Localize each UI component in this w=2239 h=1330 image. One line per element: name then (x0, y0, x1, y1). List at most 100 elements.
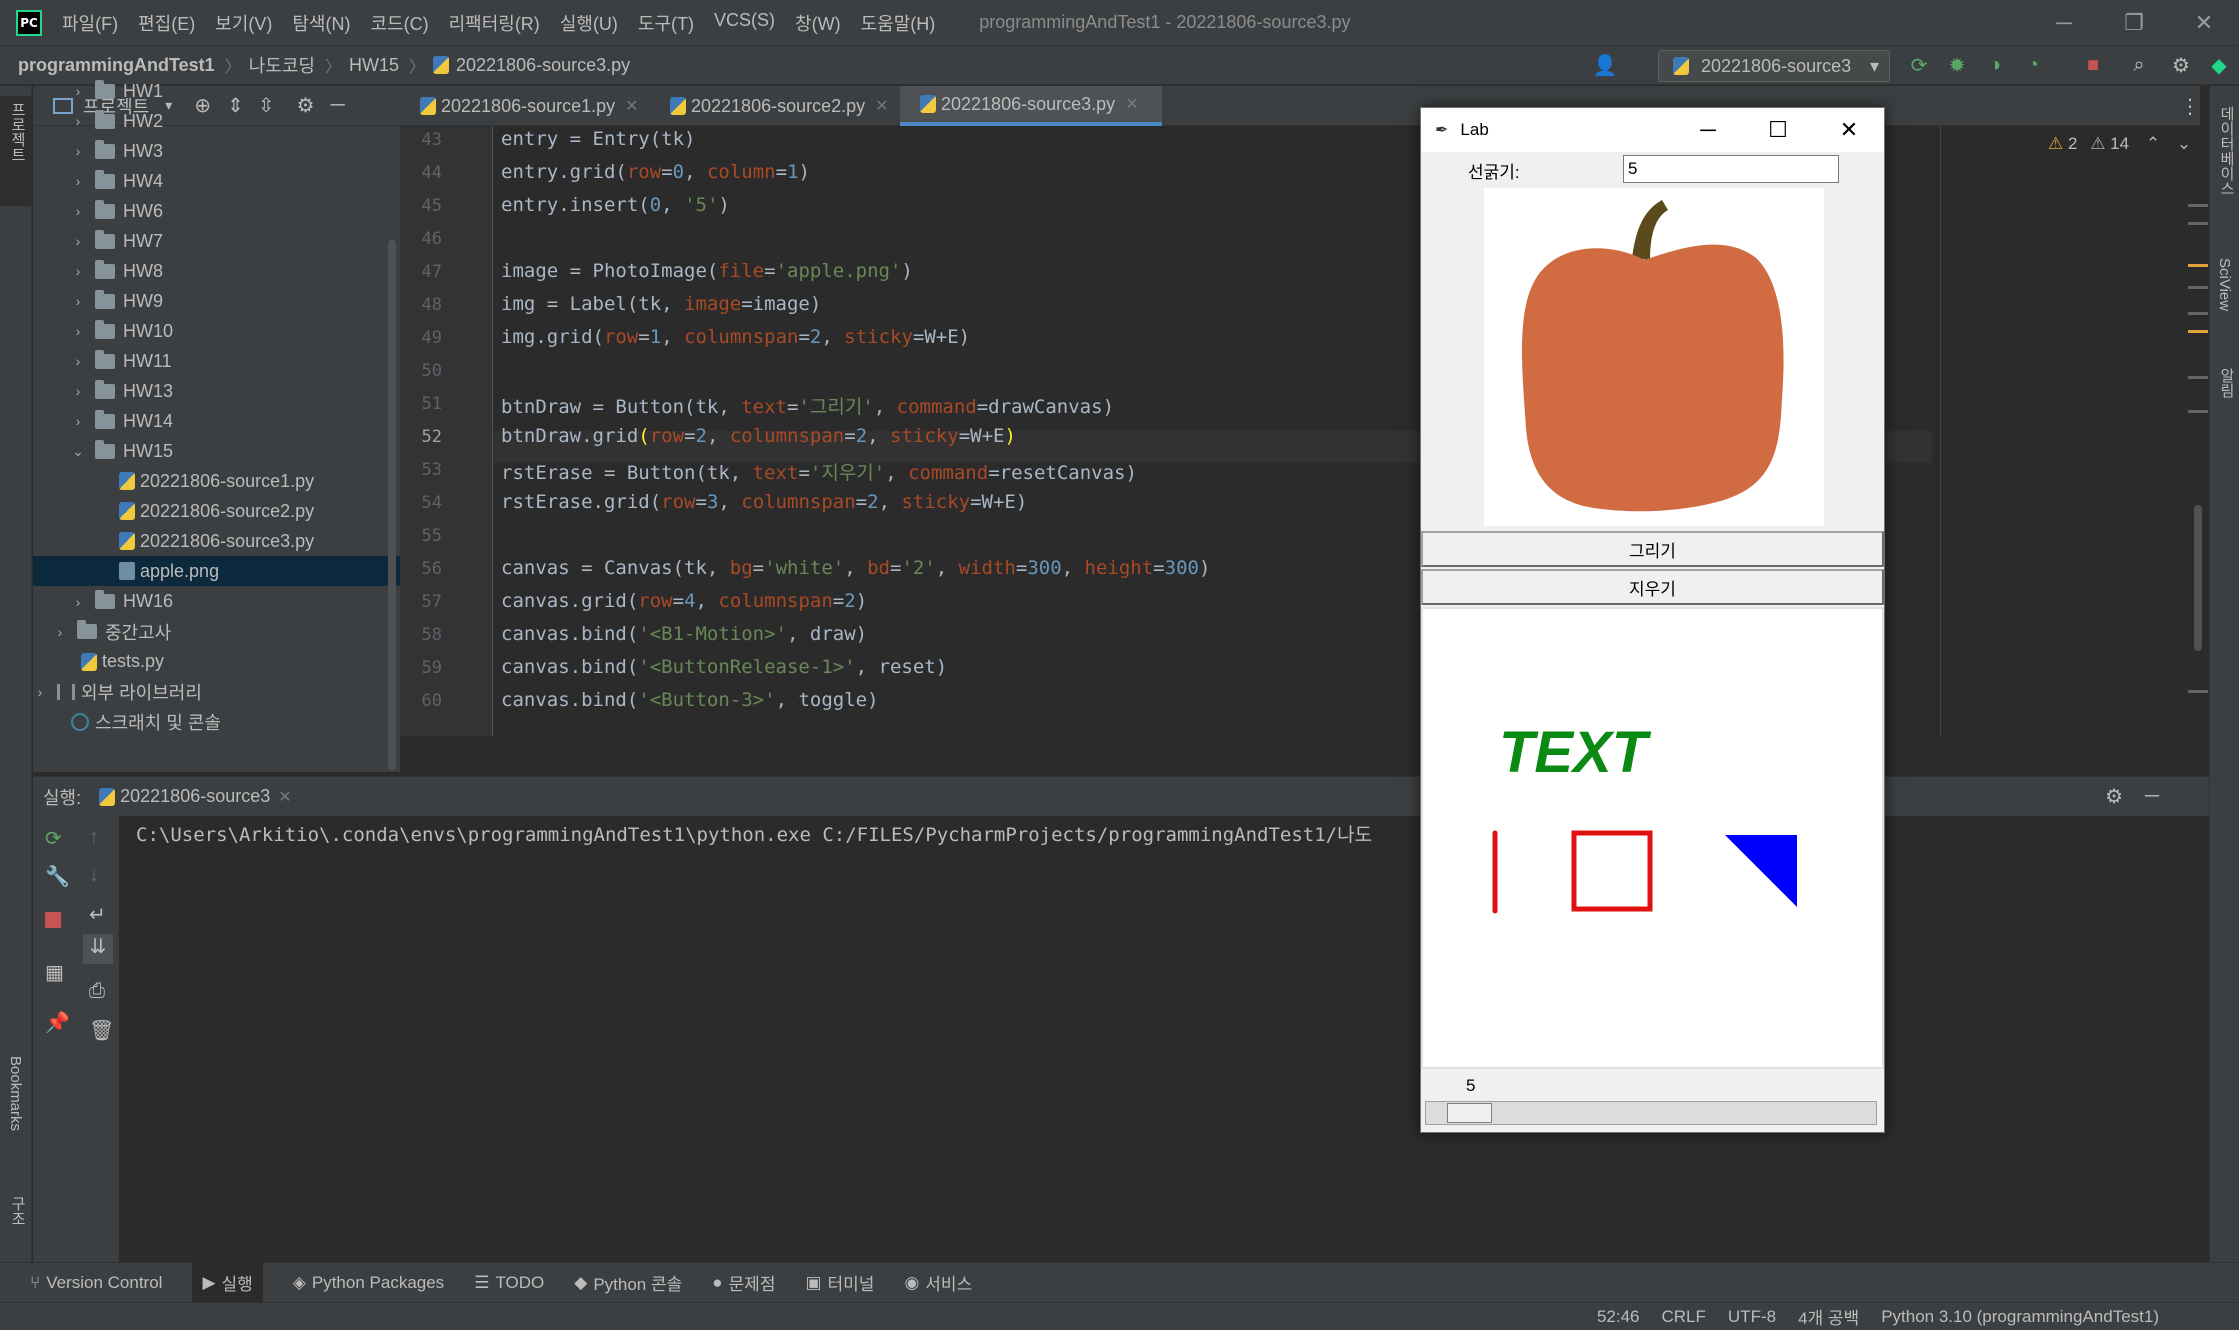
stripe-mark[interactable] (2188, 222, 2208, 225)
stop-icon[interactable] (45, 912, 61, 928)
tool-window-tab[interactable]: ◉ 서비스 (904, 1270, 972, 1295)
tree-item[interactable]: › HW10 (33, 316, 400, 346)
editor-tab[interactable]: 20221806-source3.py ✕ (900, 86, 1162, 126)
warning-stripe-mark[interactable] (2188, 264, 2208, 267)
draw-button[interactable]: 그리기 (1421, 531, 1884, 567)
tree-item[interactable]: › HW9 (33, 286, 400, 316)
chevron-down-icon[interactable]: ⌄ (2177, 134, 2191, 153)
tree-item[interactable]: › HW8 (33, 256, 400, 286)
status-item[interactable]: UTF-8 (1728, 1307, 1776, 1327)
print-icon[interactable]: ⎙ (89, 980, 105, 1003)
tree-item[interactable]: apple.png (33, 556, 400, 587)
run-tab-label[interactable]: 20221806-source3 (120, 786, 270, 807)
search-icon[interactable]: ⌕ (2126, 52, 2152, 78)
bookmarks-tool-label[interactable]: Bookmarks (7, 1056, 24, 1131)
tree-scrollbar[interactable] (388, 240, 396, 770)
structure-tool-label[interactable]: 구조 (7, 1196, 28, 1226)
close-icon[interactable]: ✕ (278, 787, 291, 807)
code-line[interactable]: entry.grid(row=0, column=1) (501, 161, 810, 183)
status-item[interactable]: 4개 공백 (1798, 1304, 1859, 1329)
tool-window-tab[interactable]: ☰ TODO (474, 1273, 544, 1293)
chevron-down-icon[interactable]: ⌄ (71, 443, 85, 460)
menu-item[interactable]: 실행(U) (560, 10, 618, 36)
stripe-mark[interactable] (2188, 376, 2208, 379)
tree-item[interactable]: › HW16 (33, 587, 400, 617)
trash-icon[interactable]: 🗑 (89, 1018, 114, 1043)
menu-item[interactable]: 편집(E) (138, 10, 195, 36)
breadcrumb-project[interactable]: programmingAndTest1 (0, 55, 215, 76)
sciview-tool-label[interactable]: SciView (2216, 258, 2233, 311)
breadcrumb-subfolder[interactable]: HW15 (341, 55, 399, 76)
status-item[interactable]: 52:46 (1597, 1307, 1640, 1327)
hide-icon[interactable]: ─ (2145, 785, 2159, 808)
tree-item[interactable]: › HW7 (33, 226, 400, 256)
arrow-up-icon[interactable]: ↑ (89, 826, 99, 849)
code-line[interactable]: entry.insert(0, '5') (501, 194, 730, 216)
arrow-down-icon[interactable]: ↓ (89, 864, 99, 887)
rerun-icon[interactable]: ⟳ (1906, 52, 1932, 78)
project-tool-button[interactable]: 프로젝트 (0, 96, 32, 206)
coverage-icon[interactable]: ◑ (1982, 52, 2008, 78)
code-line[interactable]: canvas.bind('<ButtonRelease-1>', reset) (501, 656, 947, 678)
tree-item[interactable]: › HW11 (33, 346, 400, 376)
tool-window-tab[interactable]: ◆ Python 콘솔 (574, 1270, 682, 1295)
chevron-right-icon[interactable]: › (71, 413, 85, 429)
menu-item[interactable]: 보기(V) (215, 10, 272, 36)
breadcrumb-file[interactable]: 20221806-source3.py (454, 55, 630, 76)
tree-item[interactable]: 스크래치 및 콘솔 (33, 707, 400, 737)
code-line[interactable]: entry = Entry(tk) (501, 128, 695, 150)
menu-item[interactable]: 창(W) (795, 10, 841, 36)
tree-item[interactable]: › HW2 (33, 106, 400, 136)
menu-item[interactable]: 도움말(H) (861, 10, 936, 36)
breadcrumb-folder[interactable]: 나도코딩 (241, 52, 315, 78)
tree-item[interactable]: 20221806-source2.py (33, 496, 400, 526)
tree-item[interactable]: › HW4 (33, 166, 400, 196)
maximize-icon[interactable]: ☐ (1743, 108, 1813, 152)
erase-button[interactable]: 지우기 (1421, 569, 1884, 605)
code-line[interactable]: canvas.bind('<Button-3>', toggle) (501, 689, 879, 711)
tree-item[interactable]: › 외부 라이브러리 (33, 677, 400, 707)
close-icon[interactable]: ✕ (875, 96, 888, 116)
stripe-mark[interactable] (2188, 312, 2208, 315)
profile-icon[interactable]: ◔ (2020, 52, 2046, 78)
tree-item[interactable]: › HW13 (33, 376, 400, 406)
menu-item[interactable]: 코드(C) (370, 10, 428, 36)
chevron-right-icon[interactable]: › (71, 353, 85, 369)
code-line[interactable]: canvas.grid(row=4, columnspan=2) (501, 590, 867, 612)
chevron-right-icon[interactable]: › (71, 323, 85, 339)
chevron-right-icon[interactable]: › (33, 684, 47, 700)
tree-item[interactable]: 20221806-source3.py (33, 526, 400, 556)
run-configuration-dropdown[interactable]: 20221806-source3 ▾ (1658, 50, 1890, 82)
notifications-tool-label[interactable]: 알림 (2216, 368, 2237, 398)
menu-item[interactable]: 리팩터링(R) (449, 10, 540, 36)
chevron-right-icon[interactable]: › (71, 203, 85, 219)
editor-scrollbar[interactable] (2194, 505, 2202, 651)
tree-item[interactable]: › HW6 (33, 196, 400, 226)
chevron-up-icon[interactable]: ⌃ (2146, 134, 2160, 153)
minimize-icon[interactable]: ─ (1673, 108, 1743, 152)
warning-stripe-mark[interactable] (2188, 330, 2208, 333)
stripe-mark[interactable] (2188, 690, 2208, 693)
pin-icon[interactable]: 📌 (45, 1010, 70, 1035)
drawing-canvas[interactable]: TEXT (1421, 607, 1884, 1069)
status-item[interactable]: Python 3.10 (programmingAndTest1) (1881, 1307, 2159, 1327)
code-line[interactable]: btnDraw.grid(row=2, columnspan=2, sticky… (501, 425, 1016, 447)
more-icon[interactable]: ⋮ (2180, 94, 2200, 119)
close-icon[interactable]: ✕ (625, 96, 638, 116)
inspection-widget[interactable]: ⚠ 2 ⚠ 14 ⌃ ⌄ (2048, 134, 2191, 154)
editor-tab[interactable]: 20221806-source2.py ✕ (650, 86, 898, 126)
tree-item[interactable]: tests.py (33, 647, 400, 677)
stripe-mark[interactable] (2188, 204, 2208, 207)
chevron-right-icon[interactable]: › (71, 173, 85, 189)
chevron-right-icon[interactable]: › (71, 143, 85, 159)
tree-item[interactable]: › HW3 (33, 136, 400, 166)
wrench-icon[interactable]: 🔧 (45, 864, 70, 889)
tool-window-tab[interactable]: ▣ 터미널 (805, 1270, 874, 1295)
chevron-right-icon[interactable]: › (71, 83, 85, 99)
menu-item[interactable]: 탐색(N) (292, 10, 350, 36)
chevron-right-icon[interactable]: › (71, 113, 85, 129)
scale-handle[interactable] (1446, 1103, 1492, 1123)
soft-wrap-icon[interactable]: ↵ (89, 902, 106, 927)
chevron-right-icon[interactable]: › (71, 233, 85, 249)
code-line[interactable]: canvas.bind('<B1-Motion>', draw) (501, 623, 867, 645)
